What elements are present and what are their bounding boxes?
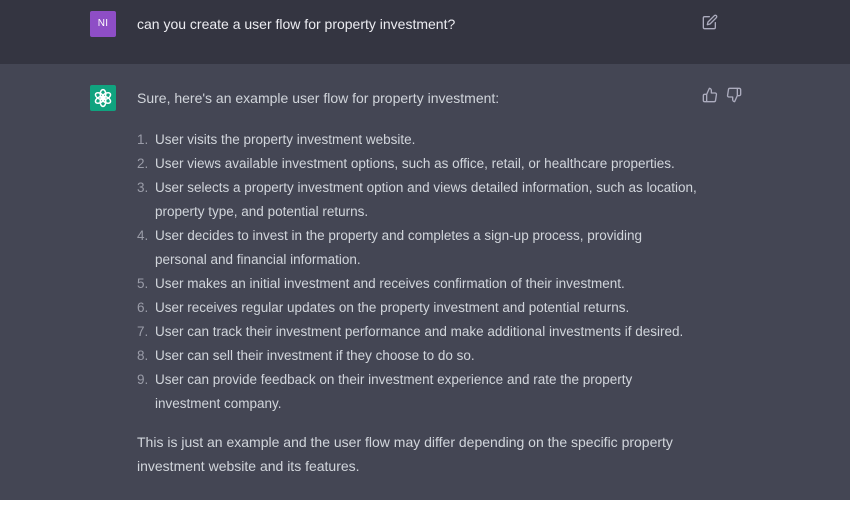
list-item: 6. User receives regular updates on the p… bbox=[137, 296, 697, 320]
list-item: 4. User decides to invest in the property… bbox=[137, 224, 697, 272]
list-item: 8. User can sell their investment if they… bbox=[137, 344, 697, 368]
list-item-number: 3. bbox=[137, 180, 149, 195]
list-item: 3. User selects a property investment opt… bbox=[137, 176, 697, 224]
bottom-divider bbox=[0, 500, 850, 505]
list-item: 5. User makes an initial investment and r… bbox=[137, 272, 697, 296]
list-item: 2. User views available investment option… bbox=[137, 152, 697, 176]
chat-frame: NI can you create a user flow for proper… bbox=[0, 0, 850, 505]
user-message-text: can you create a user flow for property … bbox=[137, 16, 456, 32]
list-item: 1. User visits the property investment we… bbox=[137, 128, 697, 152]
list-item-number: 9. bbox=[137, 372, 149, 387]
assistant-closing-text: This is just an example and the user flo… bbox=[137, 434, 673, 474]
user-flow-steps-list: 1. User visits the property investment we… bbox=[137, 128, 697, 416]
list-item-text: User views available investment options,… bbox=[155, 156, 675, 171]
list-item-text: User can track their investment performa… bbox=[155, 324, 684, 339]
list-item-number: 2. bbox=[137, 156, 149, 171]
list-item-text: User can provide feedback on their inves… bbox=[155, 372, 633, 411]
list-item-text: User receives regular updates on the pro… bbox=[155, 300, 630, 315]
assistant-avatar bbox=[90, 85, 116, 111]
list-item-number: 6. bbox=[137, 300, 149, 315]
list-item-text: User decides to invest in the property a… bbox=[155, 228, 643, 267]
list-item-number: 8. bbox=[137, 348, 149, 363]
list-item-text: User makes an initial investment and rec… bbox=[155, 276, 625, 291]
edit-icon[interactable] bbox=[702, 14, 718, 30]
list-item-text: User visits the property investment webs… bbox=[155, 132, 416, 147]
list-item: 9. User can provide feedback on their inv… bbox=[137, 368, 697, 416]
assistant-intro-text: Sure, here's an example user flow for pr… bbox=[137, 90, 500, 106]
list-item-text: User can sell their investment if they c… bbox=[155, 348, 475, 363]
list-item-number: 4. bbox=[137, 228, 149, 243]
thumbs-up-icon[interactable] bbox=[702, 87, 718, 103]
list-item: 7. User can track their investment perfor… bbox=[137, 320, 697, 344]
list-item-number: 1. bbox=[137, 132, 149, 147]
user-message-row: NI can you create a user flow for proper… bbox=[0, 0, 850, 64]
list-item-text: User selects a property investment optio… bbox=[155, 180, 697, 219]
user-avatar: NI bbox=[90, 11, 116, 37]
list-item-number: 5. bbox=[137, 276, 149, 291]
thumbs-down-icon[interactable] bbox=[726, 87, 742, 103]
list-item-number: 7. bbox=[137, 324, 149, 339]
